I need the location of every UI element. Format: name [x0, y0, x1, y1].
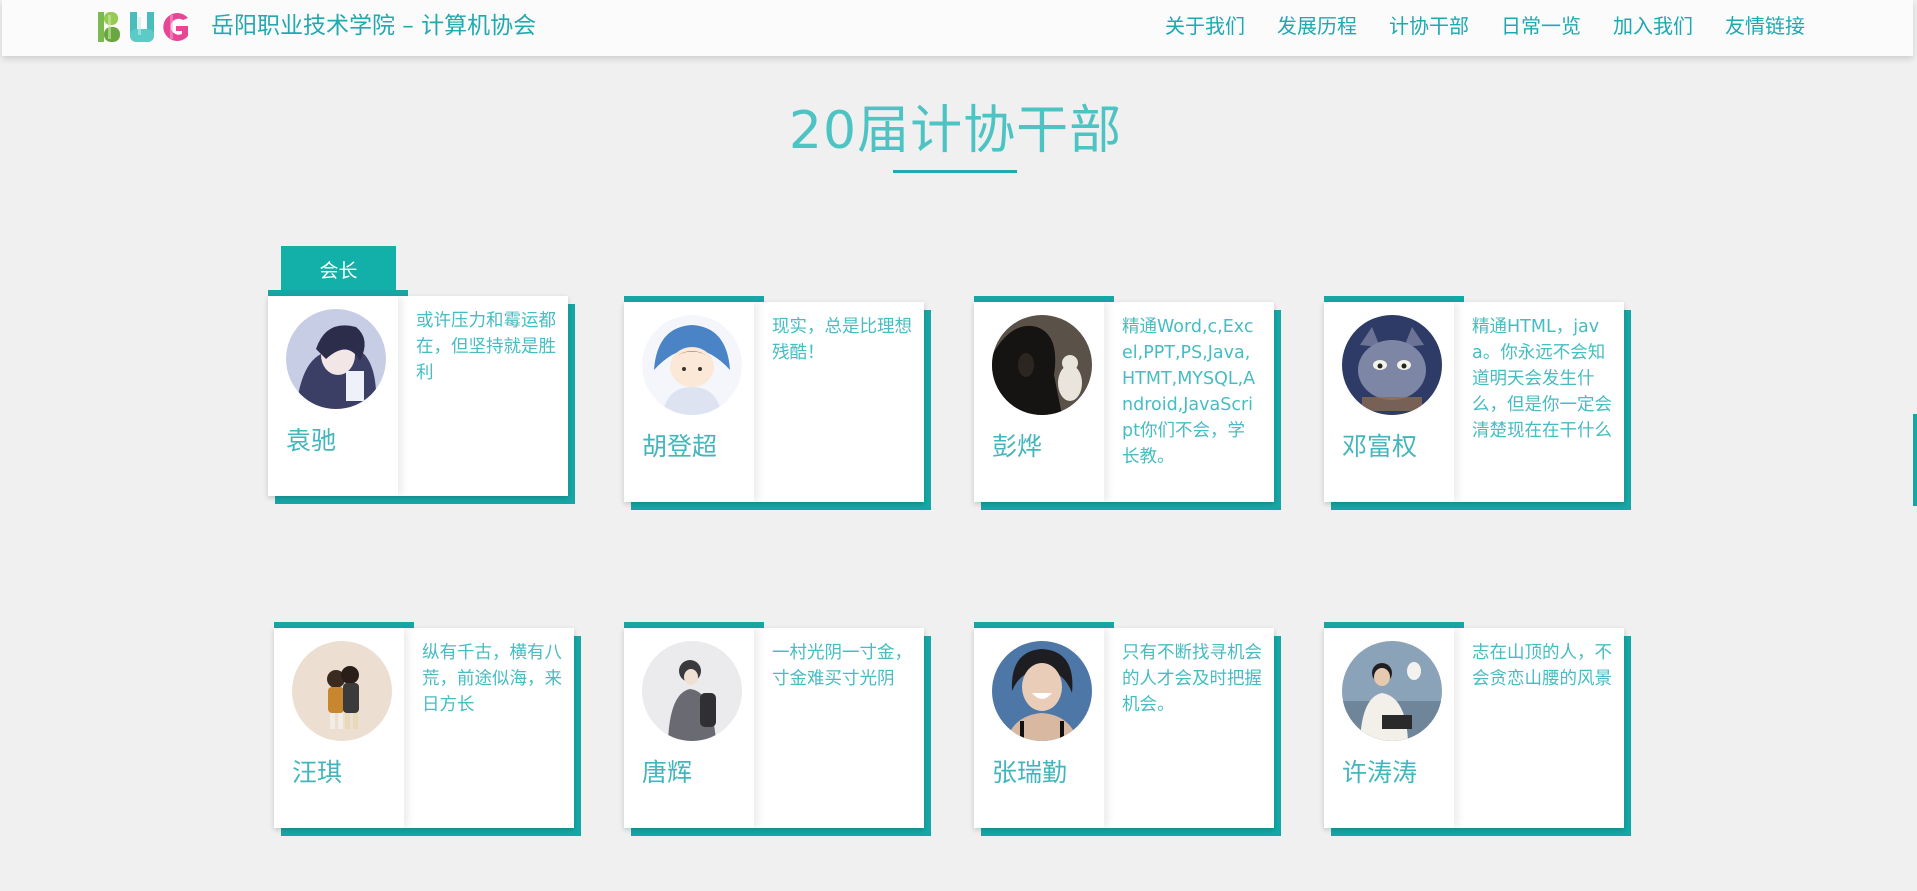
nav-officers[interactable]: 计协干部: [1389, 10, 1469, 42]
member-name: 汪琪: [292, 758, 343, 787]
member-card[interactable]: 许涛涛 志在山顶的人，不会贪恋山腰的风景: [1324, 622, 1631, 836]
member-motto: 纵有千古，横有八荒，前途似海，来日方长: [422, 643, 562, 715]
member-name: 许涛涛: [1342, 758, 1418, 787]
card-profile: 汪琪: [274, 628, 404, 828]
member-avatar: [992, 641, 1092, 741]
member-card[interactable]: 邓富权 精通HTML，java。你永远不会知道明天会发生什么，但是你一定会清楚现…: [1324, 296, 1631, 510]
member-card[interactable]: 张瑞勤 只有不断找寻机会的人才会及时把握机会。: [974, 622, 1281, 836]
main-nav: 关于我们 发展历程 计协干部 日常一览 加入我们 友情链接: [1165, 10, 1805, 42]
member-avatar: [286, 309, 386, 409]
member-name: 邓富权: [1342, 432, 1418, 461]
card-body: 张瑞勤 只有不断找寻机会的人才会及时把握机会。: [974, 628, 1274, 828]
member-name: 胡登超: [642, 432, 718, 461]
nav-daily[interactable]: 日常一览: [1501, 10, 1581, 42]
member-card[interactable]: 彭烨 精通Word,c,Excel,PPT,PS,Java,HTMT,MYSQL…: [974, 296, 1281, 510]
member-card[interactable]: 袁驰 或许压力和霉运都在，但坚持就是胜利: [268, 290, 575, 504]
member-avatar: [992, 315, 1092, 415]
member-motto: 精通Word,c,Excel,PPT,PS,Java,HTMT,MYSQL,An…: [1122, 317, 1256, 467]
member-avatar: [1342, 315, 1442, 415]
member-motto: 现实，总是比理想残酷！: [772, 317, 912, 363]
member-card[interactable]: 汪琪 纵有千古，横有八荒，前途似海，来日方长: [274, 622, 581, 836]
member-name: 彭烨: [992, 432, 1043, 461]
card-profile: 张瑞勤: [974, 628, 1104, 828]
card-body: 汪琪 纵有千古，横有八荒，前途似海，来日方长: [274, 628, 574, 828]
member-name: 张瑞勤: [992, 758, 1068, 787]
scroll-indicator[interactable]: [1913, 414, 1917, 506]
nav-links[interactable]: 友情链接: [1725, 10, 1805, 42]
card-body: 唐辉 一村光阴一寸金，寸金难买寸光阴: [624, 628, 924, 828]
bug-logo[interactable]: [96, 9, 196, 45]
site-title[interactable]: 岳阳职业技术学院 – 计算机协会: [211, 10, 536, 42]
title-underline: [893, 170, 1017, 173]
nav-history[interactable]: 发展历程: [1277, 10, 1357, 42]
card-profile: 许涛涛: [1324, 628, 1454, 828]
card-body: 胡登超 现实，总是比理想残酷！: [624, 302, 924, 502]
member-motto: 志在山顶的人，不会贪恋山腰的风景: [1472, 643, 1612, 689]
nav-about[interactable]: 关于我们: [1165, 10, 1245, 42]
member-avatar: [642, 641, 742, 741]
top-header: 岳阳职业技术学院 – 计算机协会 关于我们 发展历程 计协干部 日常一览 加入我…: [2, 0, 1913, 56]
member-card[interactable]: 唐辉 一村光阴一寸金，寸金难买寸光阴: [624, 622, 931, 836]
card-body: 邓富权 精通HTML，java。你永远不会知道明天会发生什么，但是你一定会清楚现…: [1324, 302, 1624, 502]
card-profile: 唐辉: [624, 628, 754, 828]
member-motto: 只有不断找寻机会的人才会及时把握机会。: [1122, 643, 1262, 715]
member-avatar: [292, 641, 392, 741]
member-avatar: [642, 315, 742, 415]
member-avatar: [1342, 641, 1442, 741]
member-card[interactable]: 胡登超 现实，总是比理想残酷！: [624, 296, 931, 510]
card-body: 许涛涛 志在山顶的人，不会贪恋山腰的风景: [1324, 628, 1624, 828]
member-name: 唐辉: [642, 758, 693, 787]
card-body: 彭烨 精通Word,c,Excel,PPT,PS,Java,HTMT,MYSQL…: [974, 302, 1274, 502]
member-motto: 精通HTML，java。你永远不会知道明天会发生什么，但是你一定会清楚现在在干什…: [1472, 317, 1612, 441]
card-body: 袁驰 或许压力和霉运都在，但坚持就是胜利: [268, 296, 568, 496]
card-profile: 袁驰: [268, 296, 398, 496]
member-motto: 一村光阴一寸金，寸金难买寸光阴: [772, 643, 912, 689]
card-profile: 胡登超: [624, 302, 754, 502]
member-name: 袁驰: [286, 426, 337, 455]
member-motto: 或许压力和霉运都在，但坚持就是胜利: [416, 311, 556, 383]
nav-join[interactable]: 加入我们: [1613, 10, 1693, 42]
section-title: 20届计协干部: [788, 101, 1123, 161]
card-profile: 彭烨: [974, 302, 1104, 502]
president-badge: 会长: [281, 246, 396, 296]
card-profile: 邓富权: [1324, 302, 1454, 502]
